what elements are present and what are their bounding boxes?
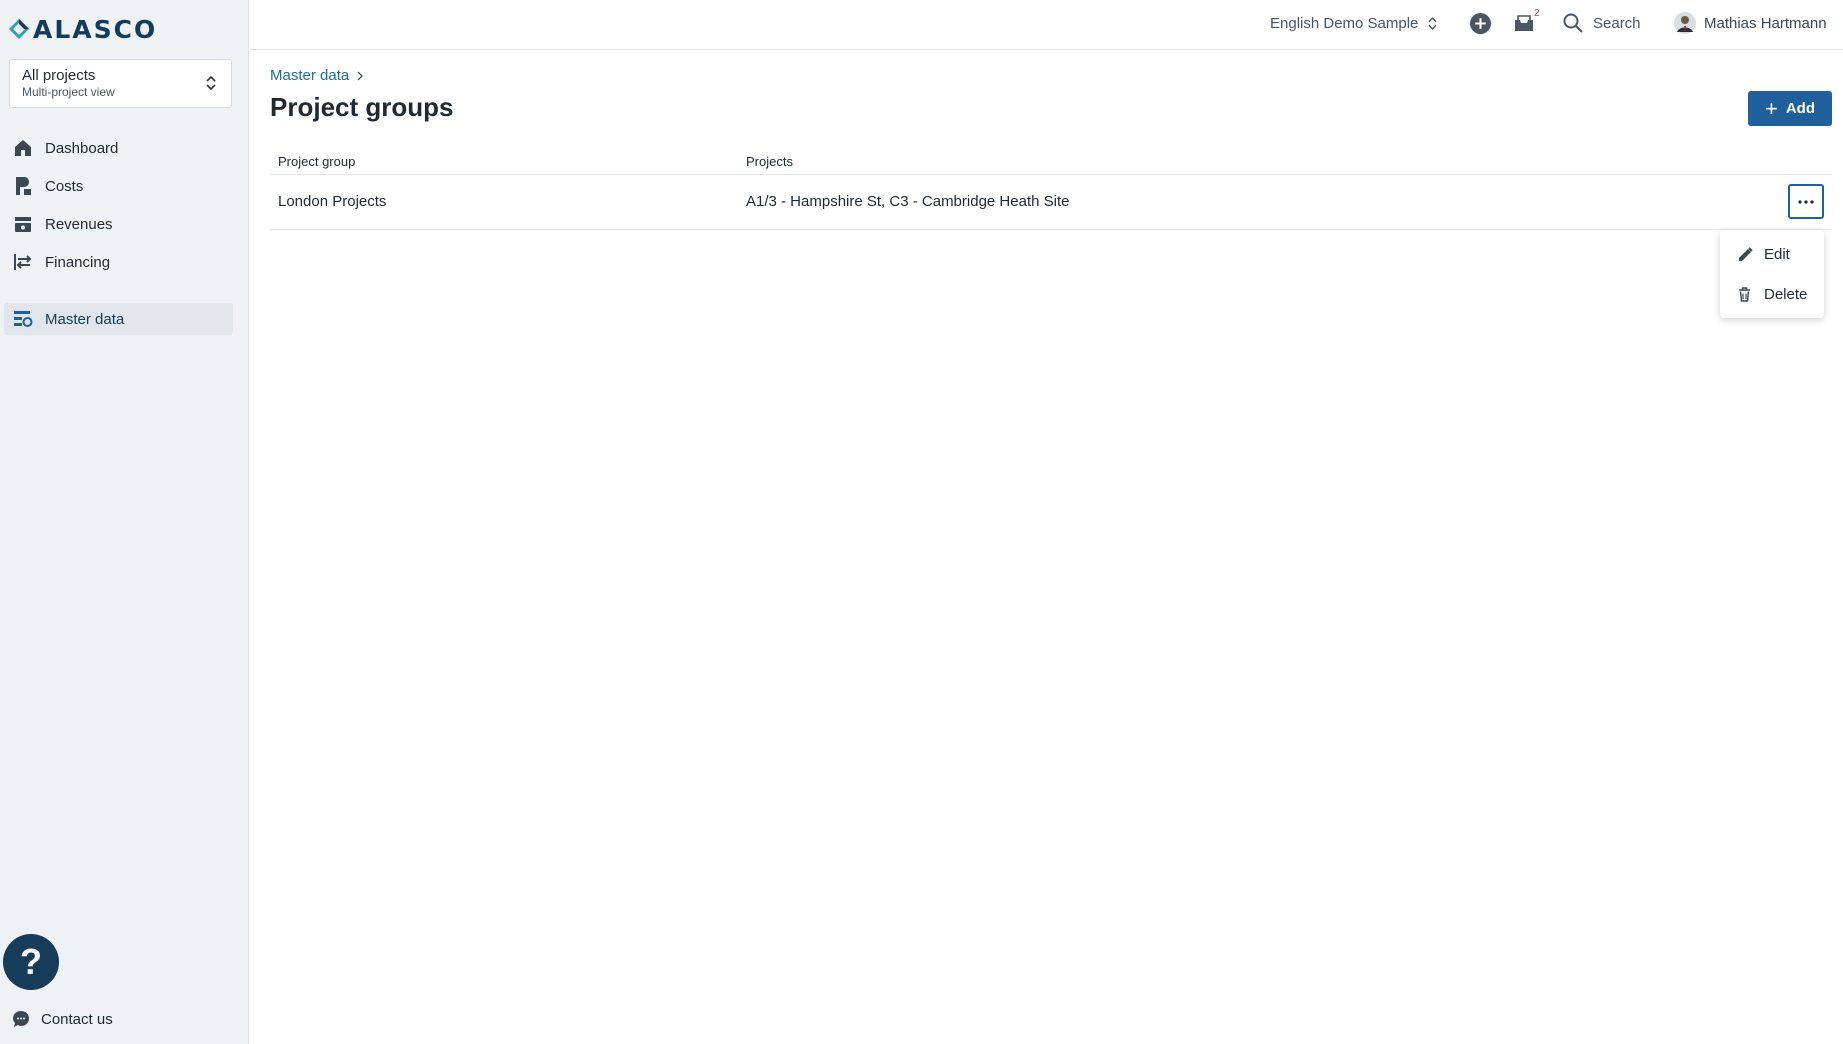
table-row[interactable]: London Projects A1/3 - Hampshire St, C3 … — [270, 175, 1832, 230]
menu-item-edit[interactable]: Edit — [1720, 237, 1824, 271]
sort-caret-icon — [206, 76, 216, 90]
master-data-icon — [12, 308, 34, 330]
avatar — [1674, 12, 1696, 34]
page-title: Project groups — [270, 92, 454, 122]
sidebar-item-label: Master data — [45, 310, 125, 328]
logo-mark-icon — [9, 19, 29, 39]
cell-project-group: London Projects — [278, 193, 387, 210]
alasco-logo[interactable]: ALASCO — [8, 14, 157, 44]
sidebar-item-master-data[interactable]: Master data — [4, 303, 233, 335]
sidebar-item-revenues[interactable]: Revenues — [0, 208, 233, 240]
brand-name: ALASCO — [33, 14, 158, 44]
workspace-selector[interactable]: English Demo Sample — [1270, 0, 1438, 46]
project-selector-title: All projects — [22, 67, 96, 84]
add-button[interactable]: + Add — [1748, 91, 1832, 126]
pencil-icon — [1738, 246, 1754, 262]
column-header-projects[interactable]: Projects — [746, 154, 793, 169]
financing-icon — [12, 251, 34, 273]
plus-circle-icon — [1470, 12, 1491, 34]
sidebar-item-costs[interactable]: Costs — [0, 170, 233, 202]
search-button[interactable]: Search — [1563, 0, 1641, 46]
contact-us-label: Contact us — [41, 1010, 113, 1028]
add-button-label: Add — [1785, 100, 1816, 117]
contact-us-link[interactable]: Contact us — [12, 1007, 113, 1031]
sidebar-item-dashboard[interactable]: Dashboard — [0, 132, 233, 164]
costs-icon — [12, 175, 34, 197]
sidebar-item-label: Revenues — [45, 215, 113, 233]
workspace-name: English Demo Sample — [1270, 14, 1419, 32]
row-actions-button[interactable] — [1788, 184, 1824, 219]
row-actions-menu: Edit Delete — [1720, 230, 1824, 318]
more-horizontal-icon — [1798, 199, 1814, 204]
revenues-icon — [12, 213, 34, 235]
project-selector[interactable]: All projects Multi-project view — [9, 59, 232, 108]
top-bar: English Demo Sample 2 Search Mathias Har… — [250, 0, 1843, 50]
sort-caret-icon — [1428, 16, 1438, 30]
notifications-button[interactable]: 2 — [1514, 0, 1544, 46]
sidebar: ALASCO All projects Multi-project view D… — [0, 0, 249, 1044]
project-groups-table: Project group Projects London Projects A… — [270, 148, 1832, 230]
inbox-icon — [1515, 15, 1533, 31]
breadcrumb[interactable]: Master data — [270, 67, 364, 84]
cell-projects: A1/3 - Hampshire St, C3 - Cambridge Heat… — [746, 193, 1070, 210]
create-button[interactable] — [1470, 0, 1491, 46]
sidebar-item-label: Dashboard — [45, 139, 119, 157]
breadcrumb-master-data[interactable]: Master data — [270, 67, 349, 84]
sidebar-item-financing[interactable]: Financing — [0, 246, 233, 278]
help-button[interactable]: ? — [3, 934, 59, 990]
search-icon — [1563, 13, 1583, 33]
menu-item-delete[interactable]: Delete — [1720, 277, 1824, 311]
user-name: Mathias Hartmann — [1704, 14, 1827, 32]
chat-icon — [12, 1010, 30, 1028]
home-icon — [12, 137, 34, 159]
sidebar-item-label: Costs — [45, 177, 84, 195]
column-header-project-group[interactable]: Project group — [278, 154, 355, 169]
menu-item-label: Edit — [1764, 245, 1790, 263]
menu-item-label: Delete — [1764, 285, 1808, 303]
sidebar-item-label: Financing — [45, 253, 111, 271]
table-header: Project group Projects — [270, 148, 1832, 175]
trash-icon — [1738, 286, 1754, 302]
search-label: Search — [1593, 14, 1641, 32]
project-selector-subtitle: Multi-project view — [22, 85, 115, 99]
user-menu[interactable]: Mathias Hartmann — [1674, 0, 1827, 46]
chevron-right-icon — [357, 71, 364, 80]
plus-icon: + — [1764, 95, 1778, 121]
notification-badge: 2 — [1534, 8, 1540, 19]
